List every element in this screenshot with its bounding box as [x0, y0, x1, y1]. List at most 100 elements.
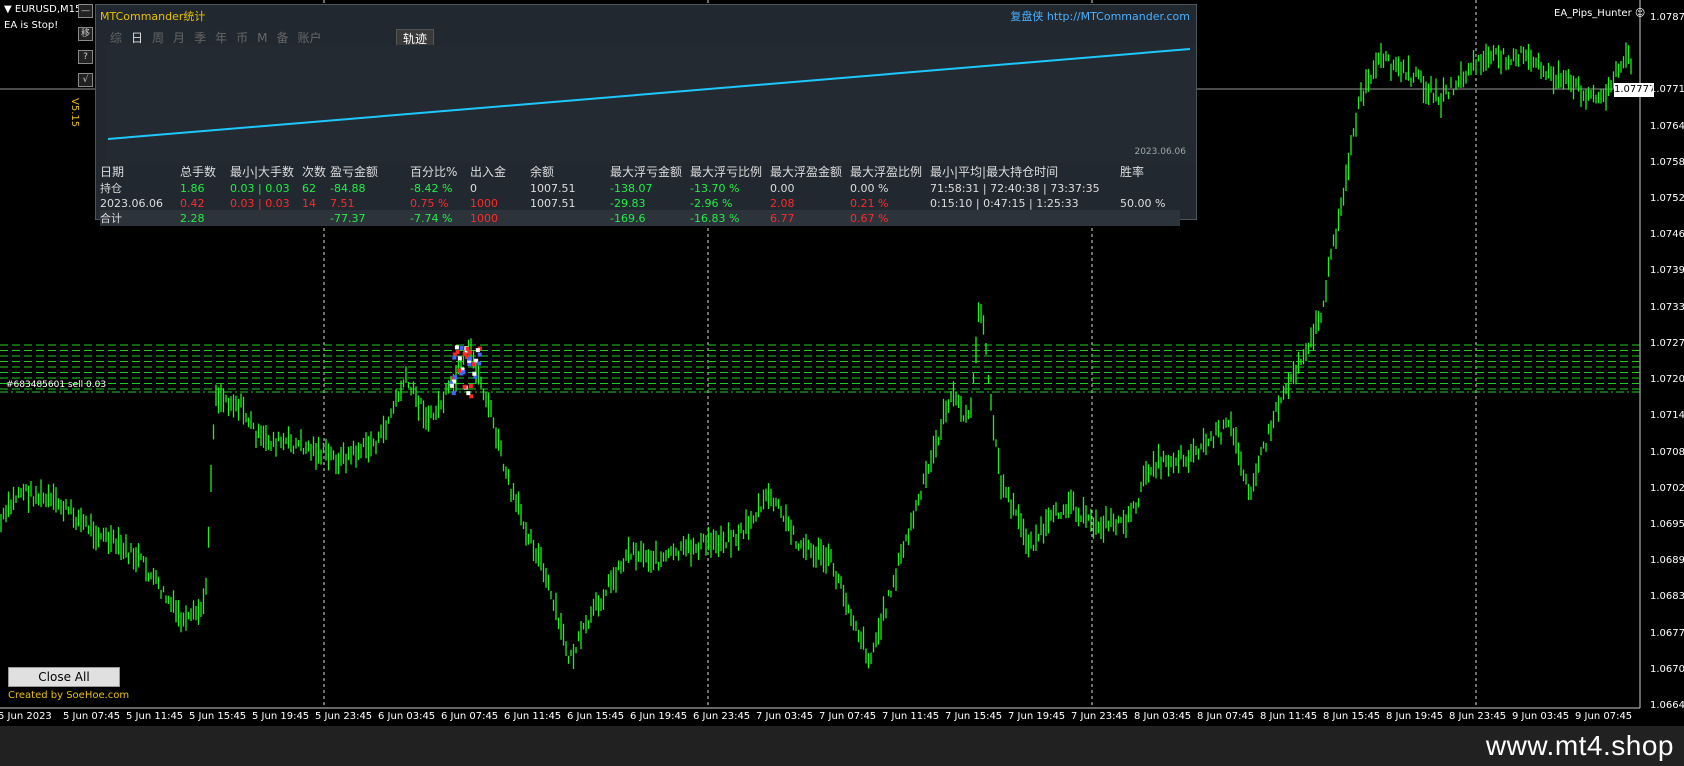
trade-marker	[461, 370, 466, 375]
link-url[interactable]: http://MTCommander.com	[1047, 10, 1190, 23]
stats-table: 日期 总手数 最小|大手数 次数 盈亏金额 百分比% 出入金 余额 最大浮亏金额 最大浮亏比例 最大…	[100, 163, 1180, 226]
minimize-button[interactable]: —	[78, 4, 93, 18]
price-tick-label: 1.07395	[1650, 265, 1684, 277]
stats-cell: 1007.51	[530, 196, 576, 210]
trade-marker	[457, 368, 462, 373]
tab-0[interactable]: 综	[110, 31, 122, 45]
tab-4[interactable]: 季	[194, 31, 206, 45]
panel-link[interactable]: 复盘侠 http://MTCommander.com	[1010, 8, 1190, 24]
stats-cell: 0.03 | 0.03	[230, 196, 290, 210]
current-price-box: 1.07777	[1614, 83, 1656, 97]
ea-name-label: EA_Pips_Hunter ☺	[1554, 8, 1646, 19]
price-tick-label: 1.07335	[1650, 301, 1684, 313]
time-tick-label: 5 Jun 19:45	[252, 711, 310, 722]
stats-header-cell: 余额	[530, 165, 555, 179]
time-tick-label: 6 Jun 03:45	[378, 711, 436, 722]
side-button-stack: — 移 ? √	[78, 4, 93, 96]
stats-header-row: 日期 总手数 最小|大手数 次数 盈亏金额 百分比% 出入金 余额 最大浮亏金额 最大浮亏比例 最大…	[100, 163, 1180, 180]
mtcommander-stats-panel: MTCommander统计 复盘侠 http://MTCommander.com…	[95, 4, 1197, 226]
move-button[interactable]: 移	[78, 27, 93, 41]
trade-marker	[453, 375, 458, 380]
time-tick-label: 8 Jun 07:45	[1197, 711, 1255, 722]
stats-cell	[530, 210, 610, 226]
time-tick-label: 8 Jun 03:45	[1134, 711, 1192, 722]
time-tick-label: 8 Jun 19:45	[1386, 711, 1444, 722]
footer-bar: www.mt4.shop	[0, 726, 1684, 766]
stats-cell: -8.42 %	[410, 181, 453, 195]
tab-2[interactable]: 周	[152, 31, 164, 45]
price-tick-label: 1.07645	[1650, 120, 1684, 132]
price-tick-label: 1.06895	[1650, 555, 1684, 567]
time-tick-label: 7 Jun 03:45	[756, 711, 814, 722]
trade-marker	[452, 355, 457, 360]
version-label: V5.15	[69, 98, 80, 128]
stats-cell: 7.51	[330, 196, 355, 210]
tab-5[interactable]: 年	[215, 31, 227, 45]
tab-1[interactable]: 日	[131, 31, 143, 45]
stats-header-cell: 日期	[100, 165, 125, 179]
price-tick-label: 1.07520	[1650, 193, 1684, 205]
stats-row: 持仓 1.86 0.03 | 0.03 62 -84.88 -8.42 % 0 1007.51…	[100, 180, 1180, 196]
panel-title: MTCommander统计	[100, 10, 206, 23]
stats-cell: 0.21 %	[850, 196, 889, 210]
time-tick-label: 6 Jun 19:45	[630, 711, 688, 722]
stats-cell	[230, 210, 302, 226]
trade-marker	[462, 352, 467, 357]
time-tick-label: 8 Jun 11:45	[1260, 711, 1318, 722]
trade-marker	[468, 384, 473, 389]
stats-row: 合计 2.28 -77.37 -7.74 % 1000 -169.6 -16.83 % 6.7…	[100, 210, 1180, 226]
time-tick-label: 7 Jun 15:45	[945, 711, 1003, 722]
stats-cell: 1.86	[180, 181, 205, 195]
stats-cell: 持仓	[100, 182, 122, 195]
check-button[interactable]: √	[78, 73, 93, 87]
time-tick-label: 5 Jun 11:45	[126, 711, 184, 722]
price-tick-label: 1.07580	[1650, 156, 1684, 168]
price-tick-label: 1.06645	[1650, 700, 1684, 711]
stats-cell: -2.96 %	[690, 196, 733, 210]
time-tick-label: 5 Jun 15:45	[189, 711, 247, 722]
time-tick-label: 8 Jun 15:45	[1323, 711, 1381, 722]
time-tick-label: 6 Jun 11:45	[504, 711, 562, 722]
tab-8[interactable]: 备	[276, 31, 288, 45]
trade-marker	[477, 361, 482, 366]
dropdown-triangle-icon[interactable]: ▼	[4, 4, 12, 15]
stats-header-cell: 最小|大手数	[230, 165, 295, 179]
trade-marker	[457, 356, 462, 361]
trade-marker	[449, 383, 454, 388]
trade-marker	[467, 350, 472, 355]
trade-marker	[471, 362, 476, 367]
tab-9[interactable]: 账户	[297, 31, 321, 45]
time-tick-label: 6 Jun 23:45	[693, 711, 751, 722]
close-all-button[interactable]: Close All	[8, 667, 120, 687]
time-tick-label: 7 Jun 11:45	[882, 711, 940, 722]
stats-cell	[302, 210, 330, 226]
tab-6[interactable]: 币	[236, 31, 248, 45]
tab-7[interactable]: M	[257, 31, 267, 45]
tab-3[interactable]: 月	[173, 31, 185, 45]
ea-status-label: EA is Stop!	[4, 20, 59, 31]
stats-cell: -7.74 %	[410, 210, 470, 226]
order-label: #683485601 sell 0.03	[6, 380, 107, 390]
price-tick-label: 1.07870	[1650, 12, 1684, 23]
stats-cell: 0.03 | 0.03	[230, 181, 290, 195]
price-tick-label: 1.07020	[1650, 482, 1684, 494]
stats-cell: 2023.06.06	[100, 196, 163, 210]
price-tick-label: 1.07080	[1650, 446, 1684, 458]
price-tick-label: 1.07270	[1650, 337, 1684, 349]
time-tick-label: 7 Jun 19:45	[1008, 711, 1066, 722]
equity-curve-area	[106, 45, 1196, 163]
price-tick-label: 1.06770	[1650, 627, 1684, 639]
equity-line	[107, 48, 1191, 140]
period-tabs: 综日周月季年币 M 备账户	[110, 29, 331, 46]
stats-header-cell: 最小|平均|最大持仓时间	[930, 165, 1059, 179]
stats-cell: 0:15:10 | 0:47:15 | 1:25:33	[930, 196, 1079, 210]
stats-header-cell: 胜率	[1120, 165, 1145, 179]
time-tick-label: 6 Jun 07:45	[441, 711, 499, 722]
stats-header-cell: 最大浮亏金额	[610, 165, 683, 179]
stats-cell: 0.42	[180, 196, 205, 210]
trade-marker	[477, 352, 482, 357]
help-button[interactable]: ?	[78, 50, 93, 64]
smiley-icon: ☺	[1634, 8, 1646, 19]
symbol-label: ▼ EURUSD,M15	[4, 4, 82, 15]
stats-cell: -16.83 %	[690, 210, 770, 226]
